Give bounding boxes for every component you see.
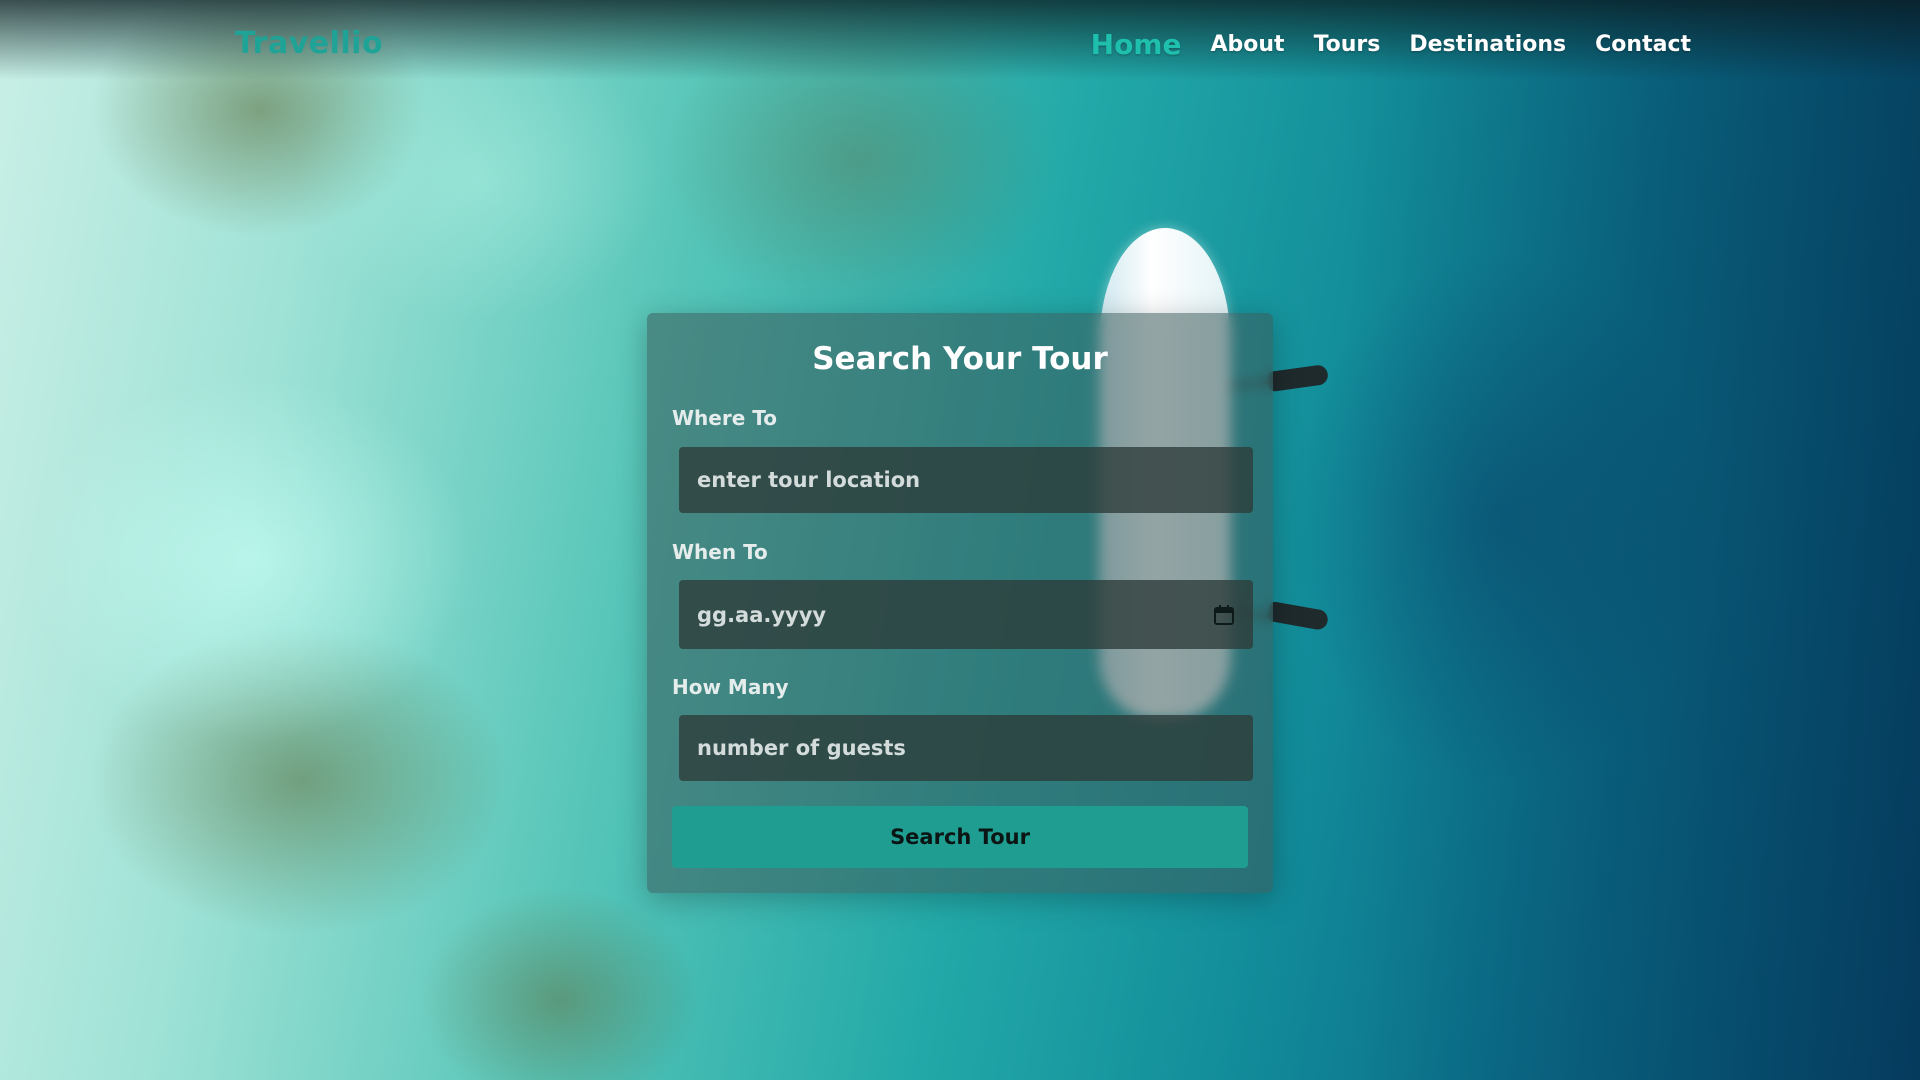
where-to-input[interactable] [697,468,1235,492]
where-to-label: Where To [672,406,777,430]
nav-links: Home About Tours Destinations Contact [1091,28,1691,61]
nav-link-home[interactable]: Home [1091,28,1182,61]
nav-link-about[interactable]: About [1210,32,1284,57]
search-card-title: Search Your Tour [812,341,1108,377]
search-tour-card: Search Your Tour Where To When To How Ma… [647,313,1273,893]
when-to-label: When To [672,540,768,564]
when-to-field [679,580,1253,649]
when-to-input[interactable] [697,602,1213,627]
how-many-field [679,715,1253,781]
where-to-field [679,447,1253,513]
how-many-label: How Many [672,675,789,699]
nav-link-contact[interactable]: Contact [1595,32,1691,57]
guests-input[interactable] [697,736,1235,760]
nav-link-tours[interactable]: Tours [1314,32,1381,57]
calendar-icon[interactable] [1213,604,1235,626]
brand-logo[interactable]: Travellio [235,26,383,61]
nav-link-destinations[interactable]: Destinations [1409,32,1566,57]
navbar: Travellio Home About Tours Destinations … [0,0,1920,96]
search-tour-button[interactable]: Search Tour [672,806,1248,868]
